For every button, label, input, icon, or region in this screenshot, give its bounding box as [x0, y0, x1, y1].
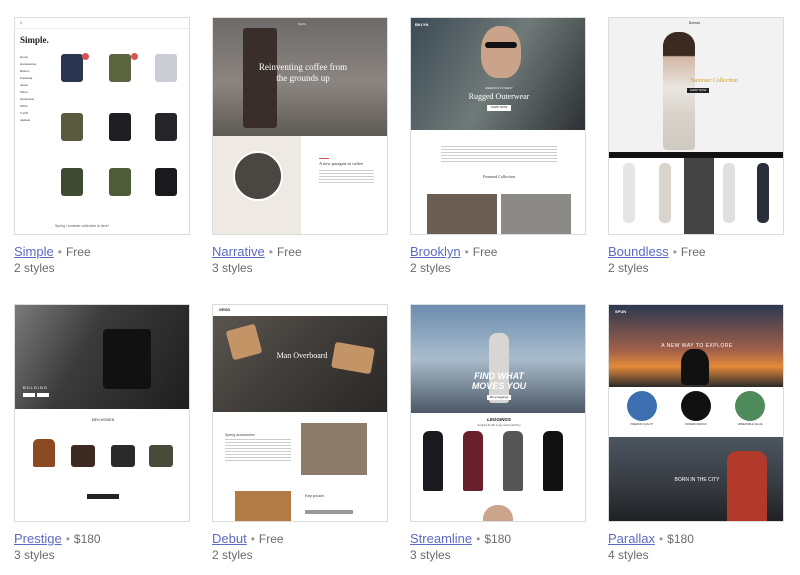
theme-name-debut[interactable]: Debut: [212, 531, 247, 546]
theme-preview-prestige[interactable]: BOLDING MEN WOMEN: [14, 304, 190, 522]
theme-styles-count: 2 styles: [608, 261, 649, 275]
theme-card-boundless[interactable]: Boreas Summer Collection SHOP NOW Boundl…: [608, 17, 784, 275]
theme-card-simple[interactable]: ⚲ Simple. Home Accessories Bottom Footwear J…: [14, 17, 190, 275]
theme-preview-narrative[interactable]: NAVA Reinventing coffee from the grounds…: [212, 17, 388, 235]
theme-price: $180: [667, 532, 694, 546]
theme-styles-count: 3 styles: [14, 548, 55, 562]
brooklyn-headline: Rugged Outerwear: [468, 92, 530, 101]
theme-card-streamline[interactable]: FIND WHAT MOVES YOU Shop leggings LEGGIN…: [410, 304, 586, 562]
theme-styles-count: 4 styles: [608, 548, 649, 562]
theme-name-parallax[interactable]: Parallax: [608, 531, 655, 546]
theme-card-debut[interactable]: VIRGO Man Overboard Spring accessories K…: [212, 304, 388, 562]
theme-styles-count: 2 styles: [212, 548, 253, 562]
theme-preview-brooklyn[interactable]: BKLYN AMERICA'S FINEST Rugged Outerwear …: [410, 17, 586, 235]
simple-menu: Home Accessories Bottom Footwear Jeans Pants O…: [20, 55, 37, 122]
theme-price: Free: [258, 532, 284, 546]
boundless-headline: Summer Collection: [691, 78, 738, 84]
theme-price: Free: [680, 245, 706, 259]
theme-styles-count: 2 styles: [410, 261, 451, 275]
theme-name-narrative[interactable]: Narrative: [212, 244, 265, 259]
theme-name-brooklyn[interactable]: Brooklyn: [410, 244, 461, 259]
theme-styles-count: 2 styles: [14, 261, 55, 275]
narrative-headline: Reinventing coffee from the grounds up: [258, 62, 348, 83]
theme-name-prestige[interactable]: Prestige: [14, 531, 62, 546]
theme-card-parallax[interactable]: SPUN A NEW WAY TO EXPLORE PREMIUM QUALIT…: [608, 304, 784, 562]
theme-price: $180: [73, 532, 101, 546]
theme-preview-streamline[interactable]: FIND WHAT MOVES YOU Shop leggings LEGGIN…: [410, 304, 586, 522]
debut-headline: Man Overboard: [276, 351, 328, 360]
theme-card-prestige[interactable]: BOLDING MEN WOMEN Prestige • $180 3 styles: [14, 304, 190, 562]
theme-price: Free: [65, 245, 91, 259]
theme-card-narrative[interactable]: NAVA Reinventing coffee from the grounds…: [212, 17, 388, 275]
theme-preview-debut[interactable]: VIRGO Man Overboard Spring accessories K…: [212, 304, 388, 522]
theme-preview-boundless[interactable]: Boreas Summer Collection SHOP NOW: [608, 17, 784, 235]
theme-price: Free: [276, 245, 302, 259]
theme-price: Free: [472, 245, 498, 259]
simple-logo: Simple.: [20, 35, 49, 45]
theme-price: $180: [484, 532, 512, 546]
theme-styles-count: 3 styles: [410, 548, 451, 562]
theme-name-boundless[interactable]: Boundless: [608, 244, 669, 259]
theme-name-simple[interactable]: Simple: [14, 244, 54, 259]
theme-name-streamline[interactable]: Streamline: [410, 531, 472, 546]
theme-preview-parallax[interactable]: SPUN A NEW WAY TO EXPLORE PREMIUM QUALIT…: [608, 304, 784, 522]
theme-preview-simple[interactable]: ⚲ Simple. Home Accessories Bottom Footwear J…: [14, 17, 190, 235]
theme-card-brooklyn[interactable]: BKLYN AMERICA'S FINEST Rugged Outerwear …: [410, 17, 586, 275]
streamline-headline: FIND WHAT MOVES YOU: [471, 371, 527, 391]
theme-styles-count: 3 styles: [212, 261, 253, 275]
